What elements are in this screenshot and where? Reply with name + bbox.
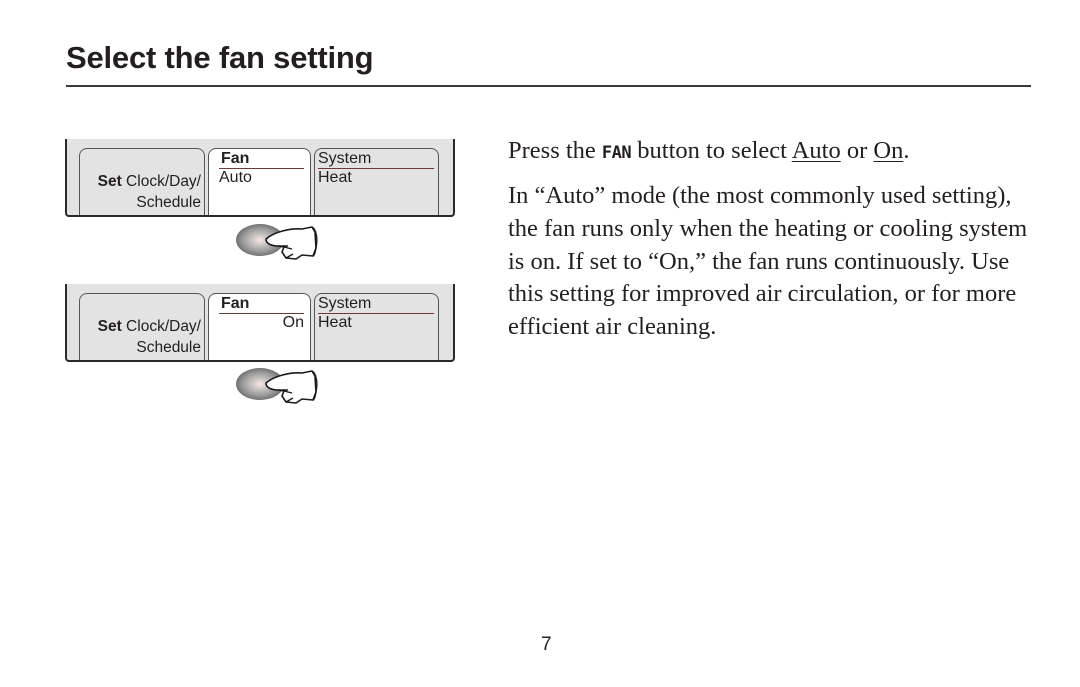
fan-button[interactable]: Fan On	[208, 293, 311, 360]
text: .	[903, 137, 910, 164]
set-clock-label: Set Clock/Day/ Schedule	[98, 171, 201, 213]
system-label: System	[318, 150, 434, 169]
option-auto: Auto	[791, 137, 841, 164]
text: Press the	[508, 137, 602, 164]
fan-key-label: FAN	[601, 143, 632, 163]
system-button[interactable]: System Heat	[314, 293, 439, 360]
fan-label: Fan	[219, 150, 304, 169]
set-clock-day-schedule-button[interactable]: Set Clock/Day/ Schedule	[79, 148, 205, 215]
text: or	[840, 137, 874, 164]
page-number: 7	[541, 634, 552, 655]
set-label-bold: Set	[97, 318, 122, 335]
set-label-schedule: Schedule	[136, 194, 201, 211]
set-clock-day-schedule-button[interactable]: Set Clock/Day/ Schedule	[79, 293, 205, 360]
text: button to select	[631, 137, 792, 164]
title-divider	[66, 85, 1031, 87]
set-clock-label: Set Clock/Day/ Schedule	[98, 316, 201, 358]
page-title: Select the fan setting	[66, 40, 374, 75]
finger-pressing-button-icon	[236, 368, 318, 404]
set-label-rest: Clock/Day/	[121, 318, 201, 335]
set-label-bold: Set	[97, 173, 122, 190]
finger-pressing-button-icon	[236, 224, 318, 260]
system-button[interactable]: System Heat	[314, 148, 439, 215]
fan-label: Fan	[219, 295, 304, 314]
set-label-rest: Clock/Day/	[121, 173, 201, 190]
system-value: Heat	[318, 314, 352, 331]
instruction-explanation: In “Auto” mode (the most commonly used s…	[508, 182, 1028, 341]
fan-button[interactable]: Fan Auto	[208, 148, 311, 215]
fan-value: Auto	[219, 169, 252, 186]
fan-value: On	[282, 314, 304, 331]
instruction-press-fan: Press the FAN button to select Auto or O…	[508, 135, 1028, 169]
thermostat-display-auto: Set Clock/Day/ Schedule Fan Auto System …	[65, 139, 455, 217]
thermostat-display-on: Set Clock/Day/ Schedule Fan On System He…	[65, 284, 455, 362]
option-on: On	[873, 137, 904, 164]
system-label: System	[318, 295, 434, 314]
set-label-schedule: Schedule	[136, 339, 201, 356]
system-value: Heat	[318, 169, 352, 186]
